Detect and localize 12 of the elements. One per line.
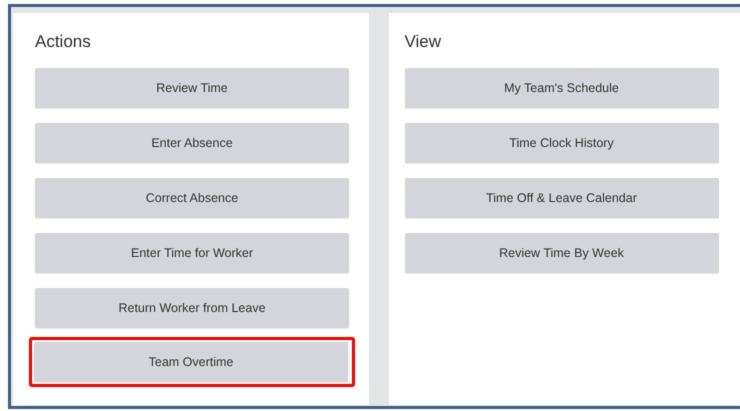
action-button[interactable]: Review Time By Week xyxy=(404,233,718,273)
action-button[interactable]: Review Time xyxy=(35,68,349,108)
action-button[interactable]: My Team's Schedule xyxy=(404,68,718,108)
panel-title: View xyxy=(404,31,442,53)
action-button[interactable]: Correct Absence xyxy=(35,178,349,218)
action-button[interactable]: Enter Absence xyxy=(35,123,349,163)
action-button[interactable]: Time Off & Leave Calendar xyxy=(404,178,718,218)
action-button[interactable]: Team Overtime xyxy=(34,342,348,382)
panel-title: Actions xyxy=(35,31,91,53)
action-button[interactable]: Return Worker from Leave xyxy=(35,288,349,328)
action-button[interactable]: Enter Time for Worker xyxy=(35,233,349,273)
action-button[interactable]: Time Clock History xyxy=(404,123,718,163)
